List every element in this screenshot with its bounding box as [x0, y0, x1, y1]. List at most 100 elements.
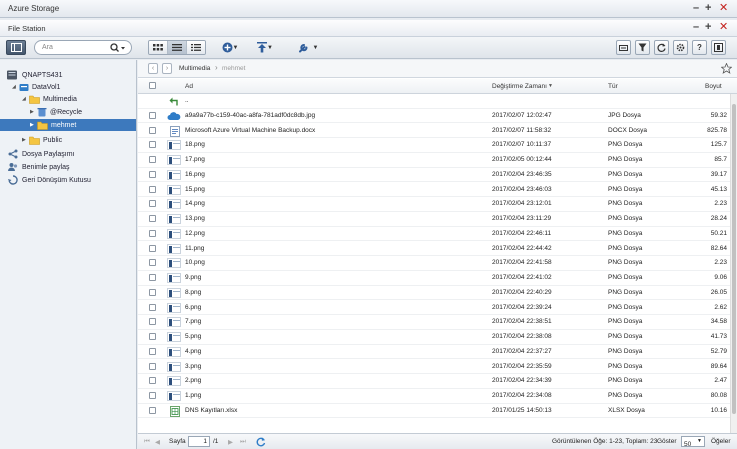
column-header-modified[interactable]: Değiştirme Zamanı	[492, 83, 547, 90]
upload-menu-button[interactable]: ▼	[253, 40, 277, 55]
search-box[interactable]: Ara	[34, 40, 132, 55]
table-row[interactable]: 8.png 2017/02/04 22:40:29 PNG Dosya 26.05	[138, 286, 730, 301]
prev-page-icon[interactable]: ◀	[155, 438, 160, 446]
app-close-button[interactable]: ✕	[719, 21, 728, 33]
row-checkbox[interactable]	[149, 377, 156, 385]
first-page-icon[interactable]: ⏮	[144, 438, 150, 446]
row-checkbox[interactable]	[149, 170, 156, 178]
file-modified: 2017/02/04 22:41:02	[492, 274, 552, 281]
network-drive-button[interactable]	[616, 40, 631, 55]
tree-folder-recycle[interactable]: ▶ @Recycle	[30, 106, 82, 118]
column-header-type[interactable]: Tür	[608, 83, 618, 90]
sidebar-item-recycle-bin[interactable]: Geri Dönüşüm Kutusu	[8, 174, 91, 186]
row-checkbox[interactable]	[149, 347, 156, 355]
row-checkbox[interactable]	[149, 215, 156, 222]
vertical-scrollbar[interactable]	[730, 94, 737, 434]
table-row[interactable]: 10.png 2017/02/04 22:41:58 PNG Dosya 2.23	[138, 256, 730, 271]
row-checkbox[interactable]	[149, 318, 156, 326]
tree-folder-recycle-label: @Recycle	[50, 108, 83, 116]
maximize-button[interactable]: +	[705, 2, 711, 14]
minimize-button[interactable]: –	[693, 2, 699, 14]
thumbnail-view-button[interactable]	[149, 41, 168, 54]
table-row[interactable]: 16.png 2017/02/04 23:46:35 PNG Dosya 39.17	[138, 168, 730, 183]
last-page-icon[interactable]: ⏭	[240, 438, 246, 446]
tree-folder-public[interactable]: ▶ Public	[22, 134, 62, 146]
column-header-name[interactable]: Ad	[185, 83, 193, 90]
table-row[interactable]: a9a9a77b-c159-40ac-a8fa-781adf0dc8db.jpg…	[138, 109, 730, 124]
list-view-button[interactable]	[168, 41, 187, 54]
page-size-select[interactable]: 50 ▼	[681, 436, 705, 448]
sidebar-toggle-button[interactable]	[6, 40, 26, 55]
row-checkbox[interactable]	[149, 244, 156, 252]
row-checkbox[interactable]	[149, 362, 156, 370]
page-number-input[interactable]: 1	[188, 436, 210, 447]
table-row[interactable]: 11.png 2017/02/04 22:44:42 PNG Dosya 82.64	[138, 242, 730, 257]
tree-volume[interactable]: ◢ DataVol1	[12, 81, 60, 93]
row-checkbox[interactable]	[149, 185, 156, 193]
next-page-icon[interactable]: ▶	[228, 438, 233, 446]
sidebar-item-shared-with-me[interactable]: Benimle paylaş	[8, 161, 69, 173]
table-row[interactable]: 17.png 2017/02/05 00:12:44 PNG Dosya 85.7	[138, 153, 730, 168]
create-menu-button[interactable]: ▼	[218, 40, 242, 55]
forward-button[interactable]: ›	[162, 63, 172, 74]
row-checkbox[interactable]	[149, 259, 156, 267]
app-maximize-button[interactable]: +	[705, 21, 711, 33]
tools-menu-button[interactable]: ▼	[294, 40, 322, 55]
table-row[interactable]: 9.png 2017/02/04 22:41:02 PNG Dosya 9.06	[138, 271, 730, 286]
row-checkbox[interactable]	[149, 141, 156, 149]
star-icon[interactable]	[721, 63, 732, 74]
file-type: PNG Dosya	[608, 347, 643, 355]
table-row[interactable]: DNS Kayıtları.xlsx 2017/01/25 14:50:13 XLS…	[138, 404, 730, 419]
help-button[interactable]: ?	[692, 40, 707, 55]
table-row[interactable]: 3.png 2017/02/04 22:35:59 PNG Dosya 89.64	[138, 360, 730, 375]
back-button[interactable]: ‹	[148, 63, 158, 74]
table-row[interactable]: 18.png 2017/02/07 10:11:37 PNG Dosya 125.7	[138, 138, 730, 153]
table-row[interactable]: 1.png 2017/02/04 22:34:08 PNG Dosya 80.08	[138, 389, 730, 404]
settings-button[interactable]	[673, 40, 688, 55]
table-row[interactable]: 6.png 2017/02/04 22:39:24 PNG Dosya 2.62	[138, 301, 730, 316]
tree-root[interactable]: QNAPTS431	[6, 69, 62, 81]
row-checkbox[interactable]	[149, 274, 156, 281]
row-checkbox[interactable]	[149, 229, 156, 237]
table-row[interactable]: 12.png 2017/02/04 22:46:11 PNG Dosya 50.21	[138, 227, 730, 242]
tree-folder-multimedia[interactable]: ◢ Multimedia	[22, 93, 77, 105]
refresh-button[interactable]	[654, 40, 669, 55]
row-checkbox[interactable]	[149, 392, 156, 399]
filter-button[interactable]	[635, 40, 650, 55]
more-button[interactable]	[711, 40, 726, 55]
breadcrumb-parent[interactable]: Multimedia	[179, 65, 210, 72]
table-row[interactable]: 7.png 2017/02/04 22:38:51 PNG Dosya 34.58	[138, 315, 730, 330]
tree-folder-selected[interactable]: ▶ mehmet	[0, 119, 136, 131]
grid-icon	[153, 44, 163, 51]
row-checkbox[interactable]	[149, 406, 156, 414]
file-name: 7.png	[185, 318, 202, 326]
table-row[interactable]: 2.png 2017/02/04 22:34:39 PNG Dosya 2.47	[138, 374, 730, 389]
table-row[interactable]: 5.png 2017/02/04 22:38:08 PNG Dosya 41.73	[138, 330, 730, 345]
table-row[interactable]: 13.png 2017/02/04 23:11:29 PNG Dosya 28.24	[138, 212, 730, 227]
table-row[interactable]: Microsoft Azure Virtual Machine Backup.d…	[138, 124, 730, 139]
select-all-checkbox[interactable]	[149, 82, 156, 89]
close-button[interactable]: ✕	[719, 2, 728, 14]
row-checkbox[interactable]	[149, 333, 156, 340]
row-checkbox[interactable]	[149, 111, 156, 119]
column-header-size[interactable]: Boyut	[705, 83, 722, 90]
refresh-icon[interactable]	[256, 437, 266, 447]
file-modified: 2017/02/07 11:58:32	[492, 126, 552, 134]
sidebar-item-share[interactable]: Dosya Paylaşımı	[8, 148, 75, 160]
row-checkbox[interactable]	[149, 126, 156, 134]
file-size: 89.64	[710, 362, 727, 370]
search-icon[interactable]	[110, 43, 126, 55]
detail-view-button[interactable]	[187, 41, 205, 54]
row-checkbox[interactable]	[149, 200, 156, 208]
row-checkbox[interactable]	[149, 288, 156, 296]
table-row[interactable]: 4.png 2017/02/04 22:37:27 PNG Dosya 52.79	[138, 345, 730, 360]
breadcrumb-current[interactable]: mehmet	[222, 65, 245, 72]
scrollbar-thumb[interactable]	[732, 104, 736, 414]
table-row[interactable]: 15.png 2017/02/04 23:46:03 PNG Dosya 45.13	[138, 183, 730, 198]
table-row[interactable]: 14.png 2017/02/04 23:12:01 PNG Dosya 2.23	[138, 197, 730, 212]
row-checkbox[interactable]	[149, 303, 156, 311]
app-minimize-button[interactable]: –	[693, 21, 699, 33]
row-checkbox[interactable]	[149, 156, 156, 163]
table-row[interactable]: ..	[138, 94, 730, 109]
file-type: PNG Dosya	[608, 185, 643, 193]
